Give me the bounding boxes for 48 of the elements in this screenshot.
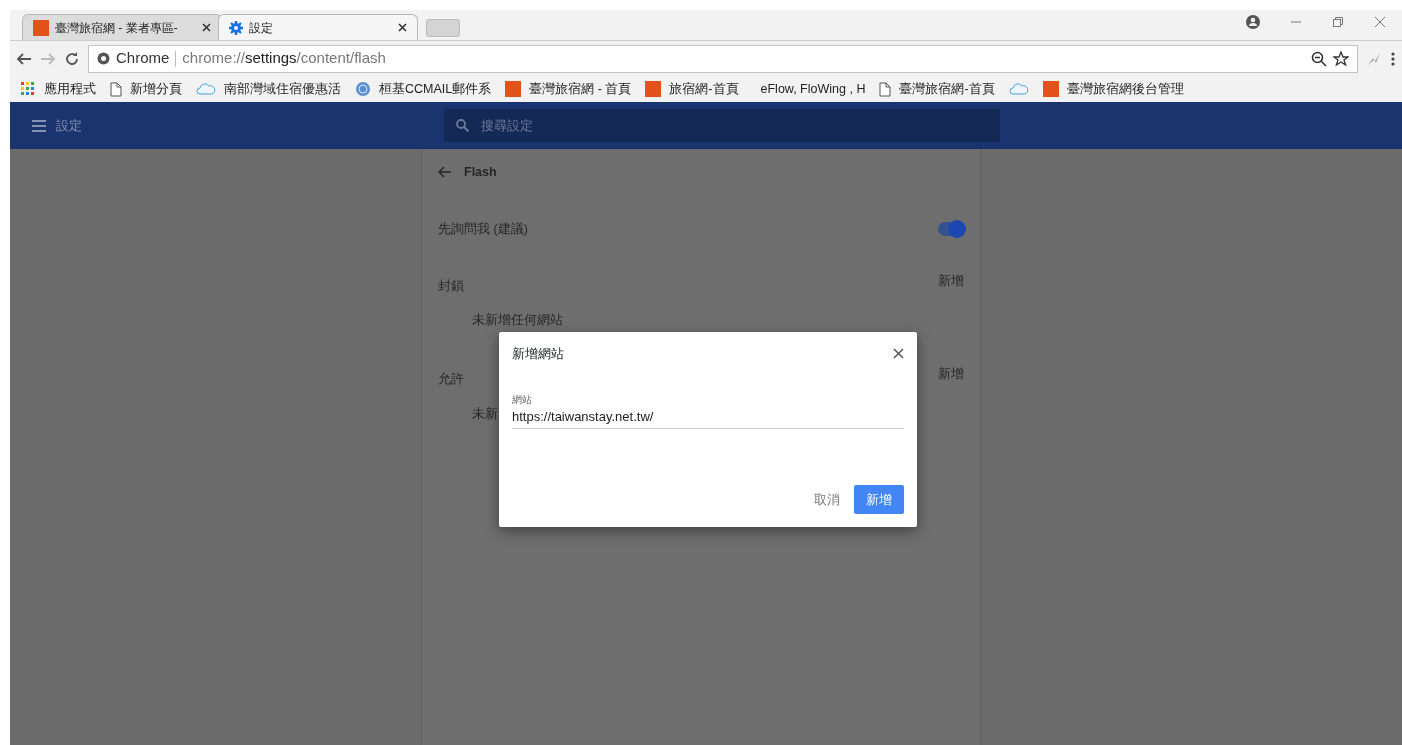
bookmark-link[interactable]: 臺灣旅宿網-首頁 <box>899 79 995 99</box>
bookmark-link[interactable]: 旅宿網-首頁 <box>669 79 739 99</box>
menu-icon[interactable] <box>1390 50 1396 67</box>
back-arrow-icon[interactable] <box>16 50 32 67</box>
toggle-switch[interactable] <box>938 222 964 237</box>
gear-icon <box>229 20 243 35</box>
url-text: chrome://settings/content/flash <box>182 48 386 69</box>
dialog-title: 新增網站 <box>512 345 564 363</box>
cloud-icon[interactable] <box>196 83 216 95</box>
chrome-logo-icon <box>97 52 110 65</box>
empty-message: 未新增任何網站 <box>472 312 563 330</box>
globe-icon[interactable] <box>355 81 371 97</box>
bookmark-link[interactable]: 桓基CCMAIL郵件系 <box>379 79 492 99</box>
add-button[interactable]: 新增 <box>854 484 904 514</box>
search-box[interactable]: 搜尋設定 <box>444 109 1000 142</box>
apps-grid-icon[interactable] <box>20 81 36 97</box>
restore-icon[interactable] <box>1332 16 1344 28</box>
zoom-out-icon[interactable] <box>1311 50 1327 67</box>
star-icon[interactable] <box>1333 50 1349 67</box>
close-icon[interactable] <box>398 23 407 32</box>
browser-tab[interactable]: 設定 <box>218 14 418 40</box>
bookmark-link[interactable]: 臺灣旅宿網後台管理 <box>1066 79 1184 99</box>
empty-message: 未新 <box>472 405 498 423</box>
bookmark-link[interactable]: 新增分頁 <box>130 79 182 99</box>
bookmark-link[interactable]: 南部灣域住宿優惠活 <box>224 79 341 99</box>
search-field[interactable]: 搜尋設定 <box>479 114 988 137</box>
close-icon[interactable] <box>202 23 211 32</box>
section-heading: 允許 <box>438 371 464 388</box>
search-icon <box>456 119 469 132</box>
reload-icon[interactable] <box>64 50 80 67</box>
page-title: Flash <box>464 164 497 181</box>
settings-title: 設定 <box>56 116 83 135</box>
profile-icon[interactable] <box>1246 15 1260 29</box>
bookmark-link[interactable]: 臺灣旅宿網 - 首頁 <box>529 79 632 99</box>
cloud-icon[interactable] <box>1008 83 1029 95</box>
close-icon[interactable] <box>893 348 904 360</box>
cancel-button[interactable]: 取消 <box>805 484 848 514</box>
bookmark-link[interactable]: eFlow, FloWing , H <box>760 79 866 99</box>
back-arrow-icon[interactable] <box>438 166 451 179</box>
field-label: 網站 <box>512 392 533 407</box>
site-label: Chrome <box>116 48 170 69</box>
page-icon[interactable] <box>110 81 122 97</box>
bookmark-link[interactable]: 應用程式 <box>44 79 96 99</box>
menu-icon[interactable] <box>32 119 46 132</box>
section-heading: 封鎖 <box>438 277 464 295</box>
setting-label: 先詢問我 (建議) <box>438 220 528 238</box>
address-bar[interactable]: Chrome chrome://settings/content/flash <box>88 44 1358 73</box>
page-icon[interactable] <box>879 81 892 97</box>
